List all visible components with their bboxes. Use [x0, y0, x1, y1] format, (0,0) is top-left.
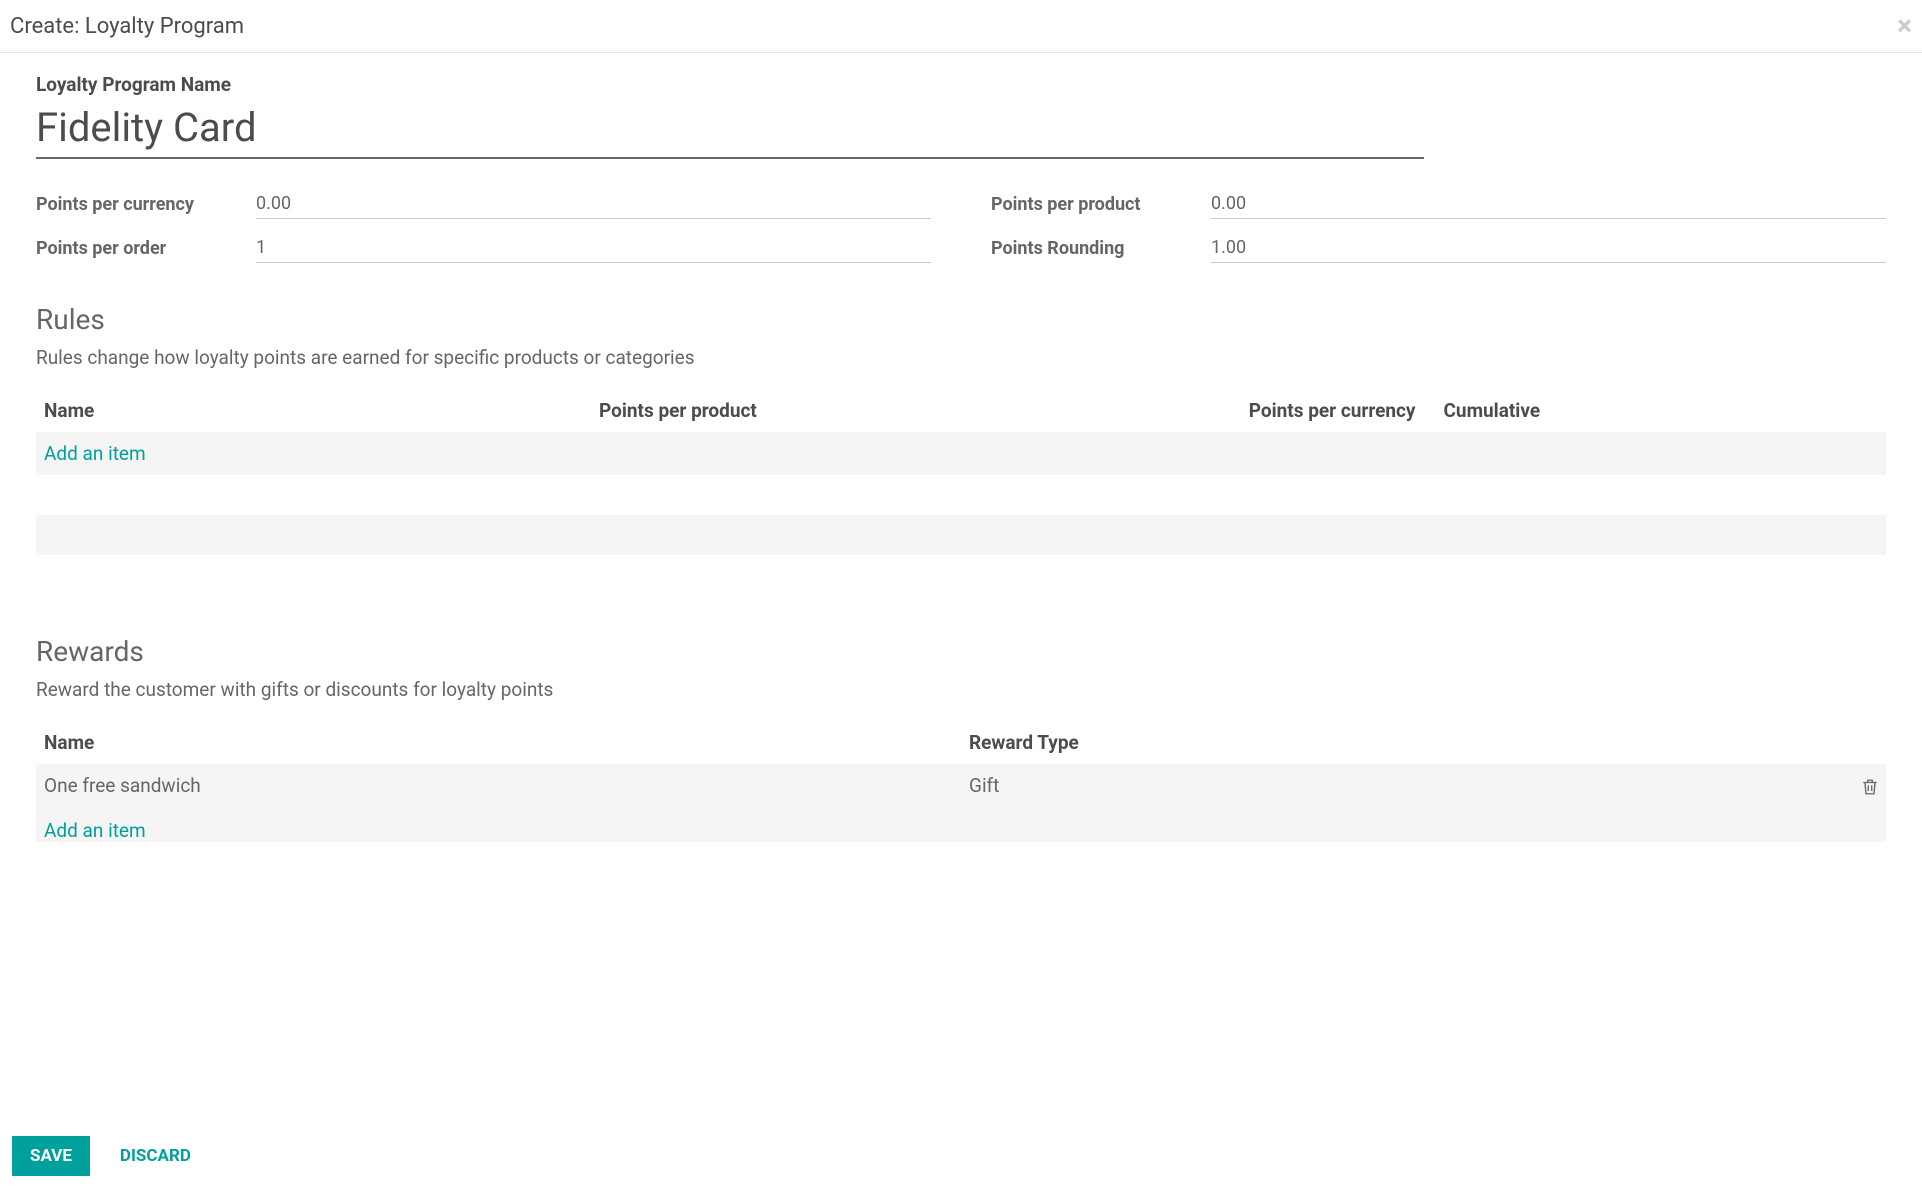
rules-table: Name Points per product Points per curre…	[36, 389, 1886, 555]
rewards-title: Rewards	[36, 635, 1886, 668]
points-per-order-input[interactable]	[256, 233, 931, 263]
reward-row-type: Gift	[961, 764, 1846, 807]
points-per-product-input[interactable]	[1211, 189, 1886, 219]
reward-row[interactable]: One free sandwich Gift	[36, 764, 1886, 807]
modal-header: Create: Loyalty Program ×	[0, 0, 1922, 53]
points-per-order-label: Points per order	[36, 238, 256, 259]
rules-title: Rules	[36, 303, 1886, 336]
points-rounding-input[interactable]	[1211, 233, 1886, 263]
rewards-table: Name Reward Type One free sandwich Gift	[36, 721, 1886, 842]
save-button[interactable]: SAVE	[12, 1136, 90, 1176]
trash-icon[interactable]	[1846, 764, 1886, 807]
reward-row-name: One free sandwich	[36, 764, 961, 807]
points-per-product-label: Points per product	[991, 194, 1211, 215]
points-rounding-label: Points Rounding	[991, 238, 1211, 259]
rules-col-ppc: Points per currency	[1146, 389, 1424, 432]
rules-col-cumulative: Cumulative	[1424, 389, 1794, 432]
loyalty-name-input[interactable]	[36, 100, 1424, 159]
rewards-col-name: Name	[36, 721, 961, 764]
rewards-desc: Reward the customer with gifts or discou…	[36, 678, 1886, 701]
rules-col-name: Name	[36, 389, 591, 432]
points-per-currency-input[interactable]	[256, 189, 931, 219]
rules-add-item-link[interactable]: Add an item	[44, 442, 146, 465]
close-icon[interactable]: ×	[1897, 12, 1912, 40]
modal-footer: SAVE DISCARD	[0, 1124, 1922, 1188]
points-per-currency-label: Points per currency	[36, 194, 256, 215]
discard-button[interactable]: DISCARD	[102, 1136, 209, 1176]
rules-desc: Rules change how loyalty points are earn…	[36, 346, 1886, 369]
rules-col-ppp: Points per product	[591, 389, 1146, 432]
modal-title: Create: Loyalty Program	[10, 14, 244, 39]
modal-body: Loyalty Program Name Points per currency…	[0, 53, 1922, 1124]
name-label: Loyalty Program Name	[36, 73, 1886, 96]
rewards-col-type: Reward Type	[961, 721, 1846, 764]
rewards-add-item-link[interactable]: Add an item	[44, 819, 146, 842]
